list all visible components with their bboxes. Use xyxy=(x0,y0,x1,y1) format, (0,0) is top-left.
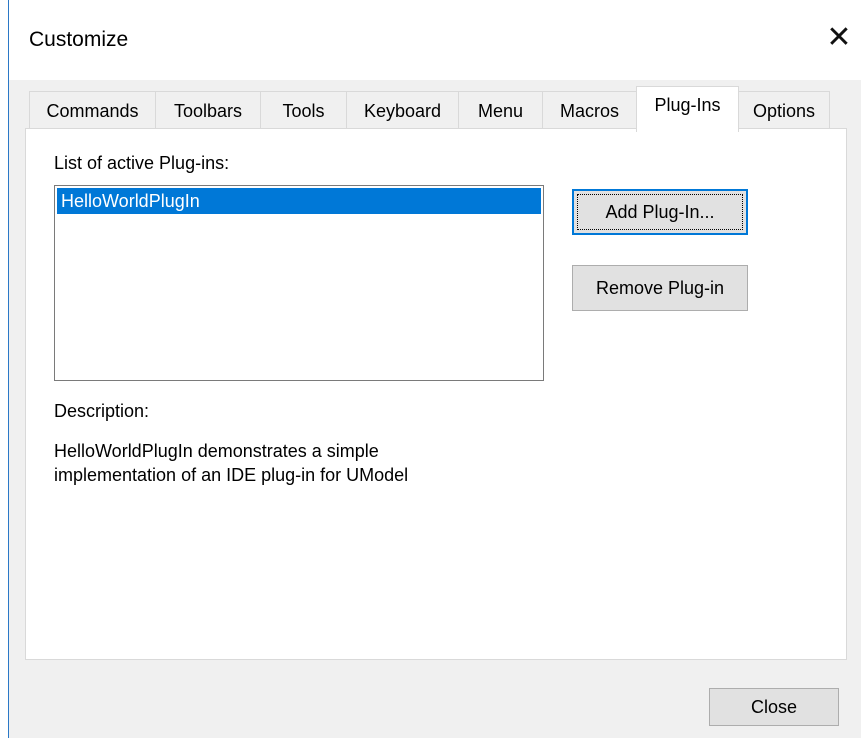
plug-ins-panel: List of active Plug-ins: HelloWorldPlugI… xyxy=(25,128,847,660)
tab-macros[interactable]: Macros xyxy=(542,91,637,129)
description-label: Description: xyxy=(54,401,150,421)
list-item[interactable]: HelloWorldPlugIn xyxy=(57,188,541,214)
active-plugins-list[interactable]: HelloWorldPlugIn xyxy=(54,185,544,381)
customize-dialog: Customize ✕ Commands Toolbars Tools Keyb… xyxy=(8,0,861,738)
add-plugin-button[interactable]: Add Plug-In... xyxy=(572,189,748,235)
tab-tools[interactable]: Tools xyxy=(260,91,347,129)
title-bar: Customize ✕ xyxy=(9,0,861,80)
plugin-description: HelloWorldPlugIn demonstrates a simple i… xyxy=(54,439,614,487)
tab-toolbars[interactable]: Toolbars xyxy=(155,91,261,129)
add-plugin-button-label: Add Plug-In... xyxy=(605,202,715,222)
description-line: implementation of an IDE plug-in for UMo… xyxy=(54,465,409,485)
tab-plug-ins[interactable]: Plug-Ins xyxy=(636,86,739,132)
close-button-label: Close xyxy=(750,697,798,717)
description-line: HelloWorldPlugIn demonstrates a simple xyxy=(54,441,379,461)
tab-strip: Commands Toolbars Tools Keyboard Menu Ma… xyxy=(29,86,849,132)
close-button[interactable]: Close xyxy=(709,688,839,726)
remove-plugin-button-label: Remove Plug-in xyxy=(595,278,725,298)
tab-commands[interactable]: Commands xyxy=(29,91,156,129)
tab-keyboard[interactable]: Keyboard xyxy=(346,91,459,129)
active-plugins-label: List of active Plug-ins: xyxy=(54,153,230,173)
remove-plugin-button[interactable]: Remove Plug-in xyxy=(572,265,748,311)
dialog-title: Customize xyxy=(29,28,129,51)
tab-options[interactable]: Options xyxy=(738,91,830,129)
close-icon[interactable]: ✕ xyxy=(821,20,857,56)
tab-menu[interactable]: Menu xyxy=(458,91,543,129)
